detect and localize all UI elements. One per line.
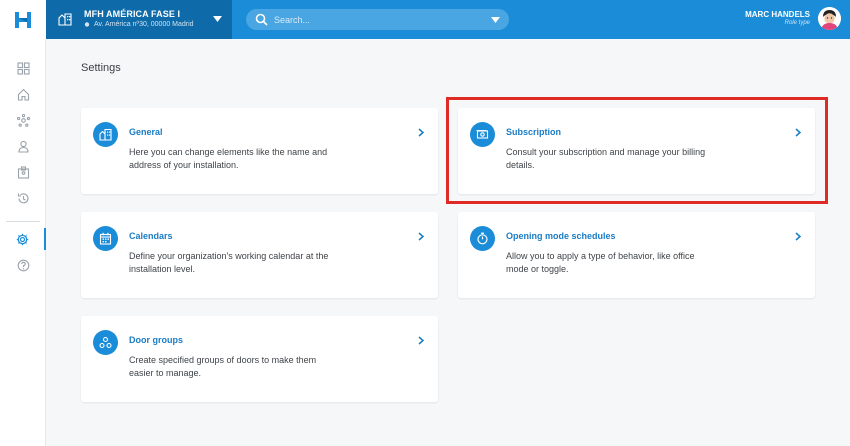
- group-icon: [99, 336, 112, 349]
- help-icon: [17, 259, 29, 271]
- gear-icon: [16, 233, 28, 245]
- chevron-right-icon: [418, 128, 424, 137]
- installation-selector[interactable]: MFH AMÉRICA FASE I Av. América nº30, 000…: [46, 0, 232, 39]
- logo-icon: [15, 11, 31, 28]
- card-icon: [93, 226, 118, 251]
- installation-address-text: Av. América nº30, 00000 Madrid: [94, 21, 194, 28]
- card-title: General: [129, 127, 163, 137]
- settings-card-general[interactable]: General Here you can change elements lik…: [81, 108, 438, 194]
- sidebar-item-history[interactable]: [0, 187, 46, 209]
- building-icon: [58, 13, 72, 26]
- sidebar-item-users[interactable]: [0, 135, 46, 157]
- card-icon: [93, 122, 118, 147]
- settings-card-door-groups[interactable]: Door groups Create specified groups of d…: [81, 316, 438, 402]
- installation-address: Av. América nº30, 00000 Madrid: [84, 21, 194, 28]
- card-title: Door groups: [129, 335, 183, 345]
- avatar[interactable]: [818, 7, 841, 30]
- card-description: Create specified groups of doors to make…: [129, 355, 317, 378]
- chevron-right-icon: [795, 232, 801, 241]
- home-icon: [17, 88, 29, 101]
- sidebar-item-access[interactable]: [0, 161, 46, 183]
- sidebar-item-home[interactable]: [0, 83, 46, 105]
- top-bar: MFH AMÉRICA FASE I Av. América nº30, 000…: [0, 0, 850, 39]
- settings-card-calendars[interactable]: Calendars Define your organization's wor…: [81, 212, 438, 298]
- network-icon: [16, 113, 30, 127]
- search-input[interactable]: [274, 12, 474, 27]
- card-icon: [93, 330, 118, 355]
- card-title: Calendars: [129, 231, 173, 241]
- building-icon: [99, 128, 112, 141]
- sidebar-item-settings[interactable]: [0, 228, 46, 250]
- app-logo[interactable]: [0, 0, 46, 39]
- sidebar-divider: [6, 221, 40, 222]
- card-icon: [470, 226, 495, 251]
- stopwatch-icon: [477, 232, 488, 245]
- location-pin-icon: [84, 21, 90, 27]
- chevron-right-icon: [418, 232, 424, 241]
- user-name: MARC HANDELS: [745, 10, 810, 19]
- history-icon: [17, 192, 29, 203]
- avatar-illustration: [818, 7, 841, 30]
- sidebar: [0, 39, 46, 446]
- user-role: Role type: [784, 20, 810, 26]
- badge-icon: [17, 165, 29, 179]
- sidebar-item-network[interactable]: [0, 109, 46, 131]
- chevron-right-icon: [418, 336, 424, 345]
- search-bar[interactable]: [246, 9, 509, 30]
- installation-name: MFH AMÉRICA FASE I: [84, 9, 181, 19]
- sidebar-item-help[interactable]: [0, 254, 46, 276]
- sidebar-item-dashboard[interactable]: [0, 57, 46, 79]
- calendar-icon: [99, 232, 112, 245]
- highlight-box: [446, 97, 828, 204]
- card-description: Here you can change elements like the na…: [129, 147, 328, 170]
- card-description: Allow you to apply a type of behavior, l…: [506, 251, 695, 274]
- user-info[interactable]: MARC HANDELS Role type: [745, 10, 810, 26]
- user-icon: [17, 140, 29, 153]
- search-icon: [255, 13, 268, 26]
- dashboard-icon: [16, 61, 30, 75]
- page-title: Settings: [81, 62, 121, 74]
- search-dropdown-icon[interactable]: [491, 17, 500, 23]
- settings-card-opening-mode-schedules[interactable]: Opening mode schedules Allow you to appl…: [458, 212, 815, 298]
- chevron-down-icon[interactable]: [213, 16, 222, 22]
- card-description: Define your organization's working calen…: [129, 251, 329, 274]
- card-title: Opening mode schedules: [506, 231, 616, 241]
